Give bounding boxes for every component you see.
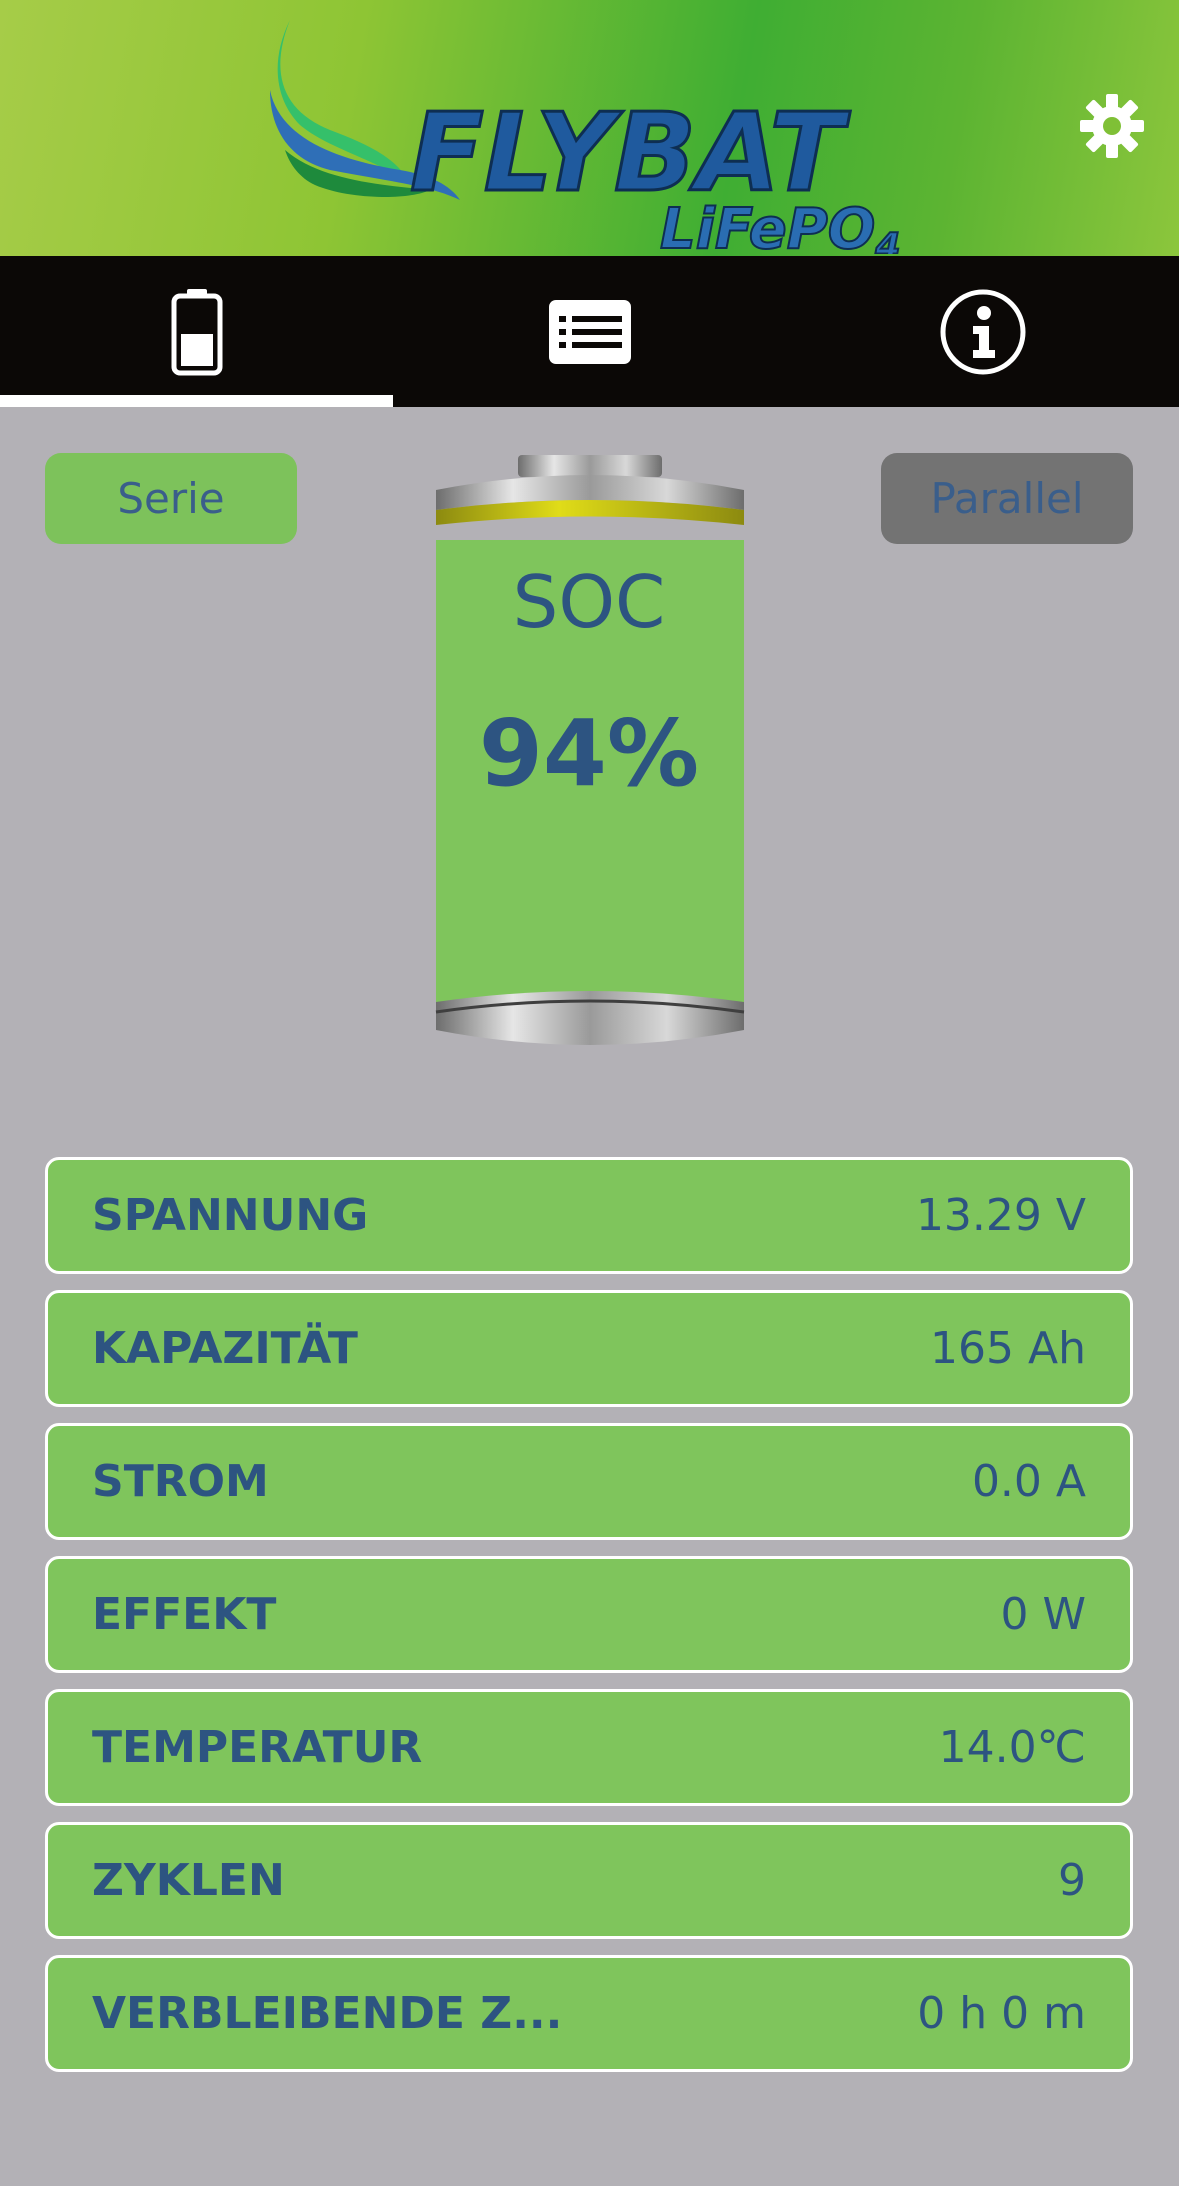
- list-icon: [548, 299, 631, 364]
- stat-row-kapazitaet: KAPAZITÄT 165 Ah: [45, 1290, 1133, 1407]
- info-icon: [940, 289, 1025, 374]
- stat-value: 0.0 A: [971, 1456, 1086, 1507]
- stat-row-zyklen: ZYKLEN 9: [45, 1822, 1133, 1939]
- battery-icon: [171, 288, 222, 375]
- stat-row-temperatur: TEMPERATUR 14.0℃: [45, 1689, 1133, 1806]
- stat-label: EFFEKT: [92, 1589, 277, 1640]
- tab-info[interactable]: [786, 256, 1179, 407]
- stat-value: 9: [1058, 1855, 1086, 1906]
- soc-value: 94%: [478, 700, 700, 807]
- soc-label: SOC: [512, 560, 666, 644]
- stat-label: TEMPERATUR: [92, 1722, 423, 1773]
- stat-label: ZYKLEN: [92, 1855, 285, 1906]
- stat-label: VERBLEIBENDE Z...: [92, 1988, 563, 2039]
- stat-row-spannung: SPANNUNG 13.29 V: [45, 1157, 1133, 1274]
- serie-button[interactable]: Serie: [45, 453, 297, 544]
- stat-row-verbleibende-zeit: VERBLEIBENDE Z... 0 h 0 m: [45, 1955, 1133, 2072]
- active-tab-indicator: [0, 395, 393, 407]
- stat-row-effekt: EFFEKT 0 W: [45, 1556, 1133, 1673]
- tab-list[interactable]: [393, 256, 786, 407]
- stat-label: STROM: [92, 1456, 269, 1507]
- gear-icon[interactable]: [1080, 94, 1144, 158]
- parallel-button[interactable]: Parallel: [881, 453, 1133, 544]
- logo-subtitle: LiFePO4: [660, 197, 900, 254]
- flybat-logo: FLYBAT LiFePO4: [270, 20, 901, 254]
- stat-label: KAPAZITÄT: [92, 1323, 358, 1374]
- stat-value: 0 W: [1000, 1589, 1087, 1640]
- tab-bar: [0, 256, 1179, 407]
- stat-label: SPANNUNG: [92, 1190, 369, 1241]
- stat-value: 0 h 0 m: [917, 1988, 1086, 2039]
- stat-row-strom: STROM 0.0 A: [45, 1423, 1133, 1540]
- stat-value: 14.0℃: [938, 1722, 1086, 1773]
- app-header: FLYBAT LiFePO4: [0, 0, 1179, 256]
- stat-value: 165 Ah: [930, 1323, 1086, 1374]
- stat-value: 13.29 V: [915, 1190, 1086, 1241]
- tab-battery[interactable]: [0, 256, 393, 407]
